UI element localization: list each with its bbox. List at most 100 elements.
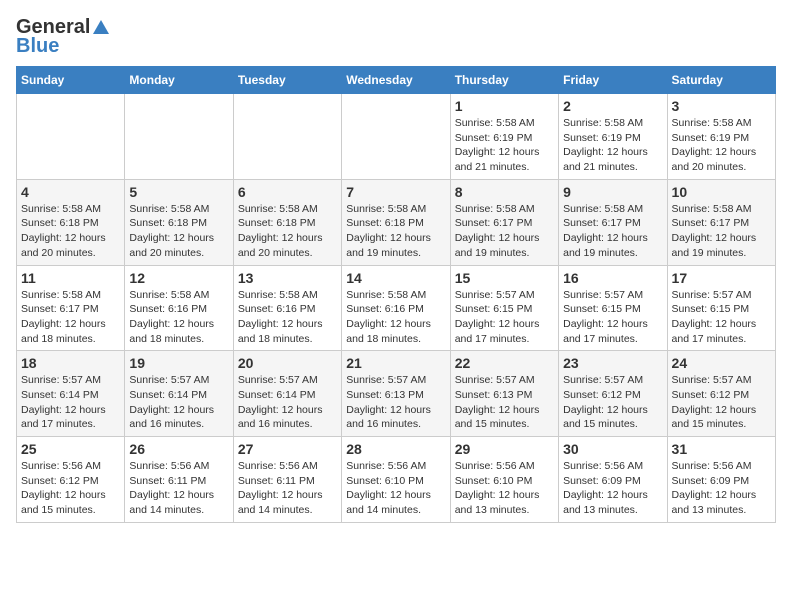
cell-info: Sunrise: 5:56 AM Sunset: 6:11 PM Dayligh… [129, 459, 228, 518]
cell-info: Sunrise: 5:58 AM Sunset: 6:16 PM Dayligh… [346, 288, 445, 347]
cell-day-number: 18 [21, 355, 120, 371]
calendar-cell: 21 Sunrise: 5:57 AM Sunset: 6:13 PM Dayli… [342, 351, 450, 437]
calendar-cell: 2 Sunrise: 5:58 AM Sunset: 6:19 PM Daylig… [559, 94, 667, 180]
day-header-thursday: Thursday [450, 67, 558, 94]
calendar-cell: 14 Sunrise: 5:58 AM Sunset: 6:16 PM Dayli… [342, 265, 450, 351]
calendar-cell: 22 Sunrise: 5:57 AM Sunset: 6:13 PM Dayli… [450, 351, 558, 437]
cell-info: Sunrise: 5:58 AM Sunset: 6:18 PM Dayligh… [238, 202, 337, 261]
cell-info: Sunrise: 5:56 AM Sunset: 6:10 PM Dayligh… [346, 459, 445, 518]
cell-info: Sunrise: 5:57 AM Sunset: 6:15 PM Dayligh… [563, 288, 662, 347]
cell-day-number: 13 [238, 270, 337, 286]
cell-info: Sunrise: 5:58 AM Sunset: 6:17 PM Dayligh… [563, 202, 662, 261]
cell-info: Sunrise: 5:57 AM Sunset: 6:15 PM Dayligh… [672, 288, 771, 347]
calendar-cell: 26 Sunrise: 5:56 AM Sunset: 6:11 PM Dayli… [125, 437, 233, 523]
calendar-cell: 12 Sunrise: 5:58 AM Sunset: 6:16 PM Dayli… [125, 265, 233, 351]
cell-day-number: 2 [563, 98, 662, 114]
cell-day-number: 3 [672, 98, 771, 114]
cell-info: Sunrise: 5:58 AM Sunset: 6:16 PM Dayligh… [238, 288, 337, 347]
calendar-week-row: 25 Sunrise: 5:56 AM Sunset: 6:12 PM Dayli… [17, 437, 776, 523]
calendar-cell: 1 Sunrise: 5:58 AM Sunset: 6:19 PM Daylig… [450, 94, 558, 180]
cell-info: Sunrise: 5:57 AM Sunset: 6:14 PM Dayligh… [21, 373, 120, 432]
cell-day-number: 20 [238, 355, 337, 371]
cell-day-number: 31 [672, 441, 771, 457]
calendar-cell: 27 Sunrise: 5:56 AM Sunset: 6:11 PM Dayli… [233, 437, 341, 523]
cell-day-number: 22 [455, 355, 554, 371]
calendar-week-row: 11 Sunrise: 5:58 AM Sunset: 6:17 PM Dayli… [17, 265, 776, 351]
calendar-cell: 10 Sunrise: 5:58 AM Sunset: 6:17 PM Dayli… [667, 179, 775, 265]
cell-info: Sunrise: 5:58 AM Sunset: 6:17 PM Dayligh… [672, 202, 771, 261]
page-header: General Blue [16, 16, 776, 58]
calendar-cell: 16 Sunrise: 5:57 AM Sunset: 6:15 PM Dayli… [559, 265, 667, 351]
cell-info: Sunrise: 5:56 AM Sunset: 6:10 PM Dayligh… [455, 459, 554, 518]
calendar-cell: 7 Sunrise: 5:58 AM Sunset: 6:18 PM Daylig… [342, 179, 450, 265]
calendar-cell: 31 Sunrise: 5:56 AM Sunset: 6:09 PM Dayli… [667, 437, 775, 523]
cell-day-number: 4 [21, 184, 120, 200]
calendar-cell: 15Sunrise: 5:57 AM Sunset: 6:15 PM Dayli… [450, 265, 558, 351]
calendar-week-row: 1 Sunrise: 5:58 AM Sunset: 6:19 PM Daylig… [17, 94, 776, 180]
cell-day-number: 30 [563, 441, 662, 457]
cell-day-number: 24 [672, 355, 771, 371]
day-header-friday: Friday [559, 67, 667, 94]
cell-info: Sunrise: 5:58 AM Sunset: 6:19 PM Dayligh… [563, 116, 662, 175]
cell-day-number: 19 [129, 355, 228, 371]
cell-info: Sunrise: 5:58 AM Sunset: 6:18 PM Dayligh… [21, 202, 120, 261]
calendar-cell: 5 Sunrise: 5:58 AM Sunset: 6:18 PM Daylig… [125, 179, 233, 265]
calendar-cell: 25 Sunrise: 5:56 AM Sunset: 6:12 PM Dayli… [17, 437, 125, 523]
cell-info: Sunrise: 5:58 AM Sunset: 6:16 PM Dayligh… [129, 288, 228, 347]
calendar-cell: 8Sunrise: 5:58 AM Sunset: 6:17 PM Daylig… [450, 179, 558, 265]
cell-day-number: 26 [129, 441, 228, 457]
calendar-cell: 6 Sunrise: 5:58 AM Sunset: 6:18 PM Daylig… [233, 179, 341, 265]
cell-info: Sunrise: 5:58 AM Sunset: 6:18 PM Dayligh… [346, 202, 445, 261]
cell-info: Sunrise: 5:57 AM Sunset: 6:12 PM Dayligh… [672, 373, 771, 432]
cell-day-number: 8 [455, 184, 554, 200]
cell-day-number: 21 [346, 355, 445, 371]
calendar-header-row: SundayMondayTuesdayWednesdayThursdayFrid… [17, 67, 776, 94]
cell-info: Sunrise: 5:58 AM Sunset: 6:17 PM Dayligh… [21, 288, 120, 347]
cell-day-number: 10 [672, 184, 771, 200]
cell-info: Sunrise: 5:56 AM Sunset: 6:09 PM Dayligh… [672, 459, 771, 518]
cell-info: Sunrise: 5:57 AM Sunset: 6:14 PM Dayligh… [129, 373, 228, 432]
cell-day-number: 11 [21, 270, 120, 286]
cell-day-number: 5 [129, 184, 228, 200]
cell-day-number: 28 [346, 441, 445, 457]
cell-day-number: 1 [455, 98, 554, 114]
logo-triangle-icon [93, 20, 109, 34]
cell-info: Sunrise: 5:58 AM Sunset: 6:19 PM Dayligh… [672, 116, 771, 175]
cell-day-number: 6 [238, 184, 337, 200]
cell-day-number: 15 [455, 270, 554, 286]
day-header-monday: Monday [125, 67, 233, 94]
calendar-table: SundayMondayTuesdayWednesdayThursdayFrid… [16, 66, 776, 523]
cell-info: Sunrise: 5:57 AM Sunset: 6:14 PM Dayligh… [238, 373, 337, 432]
cell-info: Sunrise: 5:58 AM Sunset: 6:18 PM Dayligh… [129, 202, 228, 261]
cell-day-number: 25 [21, 441, 120, 457]
day-header-sunday: Sunday [17, 67, 125, 94]
cell-info: Sunrise: 5:57 AM Sunset: 6:13 PM Dayligh… [455, 373, 554, 432]
calendar-cell: 9 Sunrise: 5:58 AM Sunset: 6:17 PM Daylig… [559, 179, 667, 265]
calendar-cell [233, 94, 341, 180]
cell-day-number: 16 [563, 270, 662, 286]
calendar-cell: 24 Sunrise: 5:57 AM Sunset: 6:12 PM Dayli… [667, 351, 775, 437]
cell-info: Sunrise: 5:56 AM Sunset: 6:12 PM Dayligh… [21, 459, 120, 518]
calendar-cell [17, 94, 125, 180]
calendar-cell: 30 Sunrise: 5:56 AM Sunset: 6:09 PM Dayli… [559, 437, 667, 523]
day-header-tuesday: Tuesday [233, 67, 341, 94]
cell-info: Sunrise: 5:57 AM Sunset: 6:12 PM Dayligh… [563, 373, 662, 432]
calendar-cell: 17 Sunrise: 5:57 AM Sunset: 6:15 PM Dayli… [667, 265, 775, 351]
calendar-cell: 4 Sunrise: 5:58 AM Sunset: 6:18 PM Daylig… [17, 179, 125, 265]
cell-day-number: 7 [346, 184, 445, 200]
cell-day-number: 23 [563, 355, 662, 371]
cell-info: Sunrise: 5:58 AM Sunset: 6:19 PM Dayligh… [455, 116, 554, 175]
cell-day-number: 14 [346, 270, 445, 286]
logo-blue-text: Blue [16, 35, 59, 58]
cell-info: Sunrise: 5:56 AM Sunset: 6:11 PM Dayligh… [238, 459, 337, 518]
calendar-cell: 3 Sunrise: 5:58 AM Sunset: 6:19 PM Daylig… [667, 94, 775, 180]
cell-day-number: 12 [129, 270, 228, 286]
cell-day-number: 9 [563, 184, 662, 200]
calendar-cell: 18 Sunrise: 5:57 AM Sunset: 6:14 PM Dayli… [17, 351, 125, 437]
cell-info: Sunrise: 5:57 AM Sunset: 6:13 PM Dayligh… [346, 373, 445, 432]
cell-info: Sunrise: 5:56 AM Sunset: 6:09 PM Dayligh… [563, 459, 662, 518]
cell-day-number: 17 [672, 270, 771, 286]
calendar-week-row: 18 Sunrise: 5:57 AM Sunset: 6:14 PM Dayli… [17, 351, 776, 437]
logo: General Blue [16, 16, 109, 58]
cell-day-number: 27 [238, 441, 337, 457]
